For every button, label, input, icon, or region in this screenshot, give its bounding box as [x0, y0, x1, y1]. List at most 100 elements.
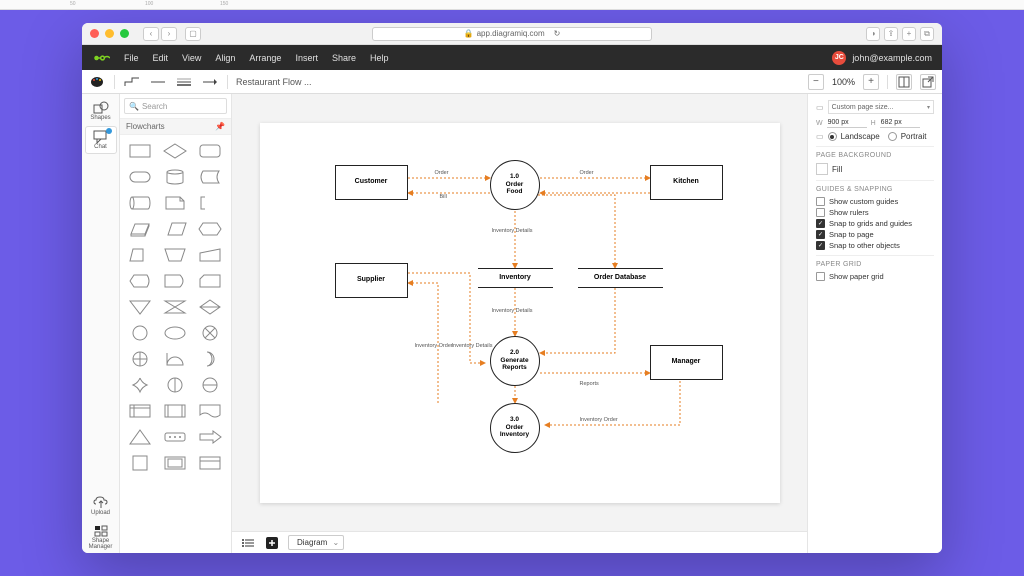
shape-star4[interactable] — [125, 374, 155, 396]
cb-snap-objects[interactable] — [816, 241, 825, 250]
node-supplier[interactable]: Supplier — [335, 263, 408, 298]
cb-paper-grid[interactable] — [816, 272, 825, 281]
shape-half-circle[interactable] — [160, 348, 190, 370]
menu-align[interactable]: Align — [215, 53, 235, 63]
shape-predefined[interactable] — [160, 400, 190, 422]
menu-view[interactable]: View — [182, 53, 201, 63]
cb-custom-guides[interactable] — [816, 197, 825, 206]
shape-terminator[interactable] — [125, 166, 155, 188]
palette-icon[interactable] — [88, 75, 106, 89]
menu-insert[interactable]: Insert — [295, 53, 318, 63]
shape-sum-junction[interactable] — [195, 322, 225, 344]
window-minimize-icon[interactable] — [105, 29, 114, 38]
shape-frame[interactable] — [160, 452, 190, 474]
node-manager[interactable]: Manager — [650, 345, 723, 380]
shape-annotation[interactable] — [195, 192, 225, 214]
radio-landscape[interactable] — [828, 132, 837, 141]
elbow-connector-icon[interactable] — [123, 75, 141, 89]
line-weight-icon[interactable] — [175, 75, 193, 89]
nav-back-button[interactable]: ‹ — [143, 27, 159, 41]
shape-hexagon[interactable] — [195, 218, 225, 240]
canvas-height-input[interactable] — [880, 118, 920, 128]
shape-triangle-down[interactable] — [125, 296, 155, 318]
pin-icon[interactable]: 📌 — [215, 122, 225, 131]
rail-shape-manager[interactable]: Shape Manager — [85, 521, 117, 553]
shape-arrow-right[interactable] — [195, 426, 225, 448]
tabs-icon[interactable]: ⧉ — [920, 27, 934, 41]
new-tab-icon[interactable]: + — [902, 27, 916, 41]
zoom-value[interactable]: 100% — [832, 77, 855, 87]
reload-icon[interactable]: ↻ — [554, 29, 561, 38]
shape-parallelogram[interactable] — [160, 218, 190, 240]
node-inventory[interactable]: Inventory — [478, 268, 553, 288]
rail-shapes[interactable]: Shapes — [85, 98, 117, 124]
add-sheet-button[interactable] — [264, 535, 280, 551]
shape-diamond[interactable] — [160, 140, 190, 162]
shape-rounded-rect[interactable] — [195, 140, 225, 162]
radio-portrait[interactable] — [888, 132, 897, 141]
shapes-panel-header[interactable]: Flowcharts 📌 — [120, 118, 231, 135]
nav-sidebar-button[interactable]: ▢ — [185, 27, 201, 41]
shape-delay[interactable] — [160, 270, 190, 292]
cb-snap-grids[interactable] — [816, 219, 825, 228]
menu-share[interactable]: Share — [332, 53, 356, 63]
shape-database[interactable] — [160, 166, 190, 188]
shape-or[interactable] — [125, 348, 155, 370]
menu-edit[interactable]: Edit — [153, 53, 169, 63]
canvas-width-input[interactable] — [827, 118, 867, 128]
shape-collate[interactable] — [160, 296, 190, 318]
rail-upload[interactable]: Upload — [85, 493, 117, 519]
cb-snap-page[interactable] — [816, 230, 825, 239]
node-process-2[interactable]: 2.0 Generate Reports — [490, 336, 540, 386]
shape-card[interactable] — [195, 270, 225, 292]
shape-rectangle[interactable] — [125, 140, 155, 162]
shape-manual-input[interactable] — [195, 244, 225, 266]
window-maximize-icon[interactable] — [120, 29, 129, 38]
shape-triangle[interactable] — [125, 426, 155, 448]
shape-stored-data[interactable] — [195, 166, 225, 188]
page-size-select[interactable]: Custom page size... — [828, 100, 934, 114]
list-view-icon[interactable] — [240, 535, 256, 551]
shield-icon[interactable]: ◑ — [866, 27, 880, 41]
shape-internal-storage[interactable] — [125, 400, 155, 422]
node-process-3[interactable]: 3.0 Order Inventory — [490, 403, 540, 453]
menu-arrange[interactable]: Arrange — [249, 53, 281, 63]
shape-circle-hline[interactable] — [195, 374, 225, 396]
cb-rulers[interactable] — [816, 208, 825, 217]
shape-prism[interactable] — [125, 218, 155, 240]
shape-display[interactable] — [125, 270, 155, 292]
shape-document[interactable] — [195, 400, 225, 422]
shape-circle-vline[interactable] — [160, 374, 190, 396]
shape-circle[interactable] — [125, 322, 155, 344]
split-view-icon[interactable] — [896, 74, 912, 90]
arrow-end-icon[interactable] — [201, 75, 219, 89]
document-title[interactable]: Restaurant Flow ... — [236, 77, 312, 87]
canvas-area[interactable]: Customer 1.0 Order Food Kitchen Supplier… — [232, 94, 807, 531]
shape-square[interactable] — [125, 452, 155, 474]
shape-cylinder-horiz[interactable] — [125, 192, 155, 214]
shape-trap2[interactable] — [160, 244, 190, 266]
window-close-icon[interactable] — [90, 29, 99, 38]
shape-search-input[interactable]: 🔍 Search — [124, 98, 227, 114]
url-bar[interactable]: 🔒 app.diagramiq.com ↻ — [372, 27, 652, 41]
shape-note[interactable] — [160, 192, 190, 214]
node-customer[interactable]: Customer — [335, 165, 408, 200]
sheet-tab[interactable]: Diagram — [288, 535, 344, 550]
line-style-icon[interactable] — [149, 75, 167, 89]
user-avatar[interactable]: JC — [832, 51, 846, 65]
node-kitchen[interactable]: Kitchen — [650, 165, 723, 200]
node-process-1[interactable]: 1.0 Order Food — [490, 160, 540, 210]
rail-chat[interactable]: Chat — [85, 126, 117, 154]
shape-more[interactable] — [160, 426, 190, 448]
share-icon[interactable]: ⇪ — [884, 27, 898, 41]
shape-sort[interactable] — [195, 296, 225, 318]
node-order-db[interactable]: Order Database — [578, 268, 663, 288]
shape-ellipse[interactable] — [160, 322, 190, 344]
popout-icon[interactable] — [920, 74, 936, 90]
zoom-in-button[interactable]: + — [863, 74, 879, 90]
menu-help[interactable]: Help — [370, 53, 389, 63]
canvas-page[interactable]: Customer 1.0 Order Food Kitchen Supplier… — [260, 123, 780, 503]
shape-trapezoid[interactable] — [125, 244, 155, 266]
nav-forward-button[interactable]: › — [161, 27, 177, 41]
zoom-out-button[interactable]: − — [808, 74, 824, 90]
